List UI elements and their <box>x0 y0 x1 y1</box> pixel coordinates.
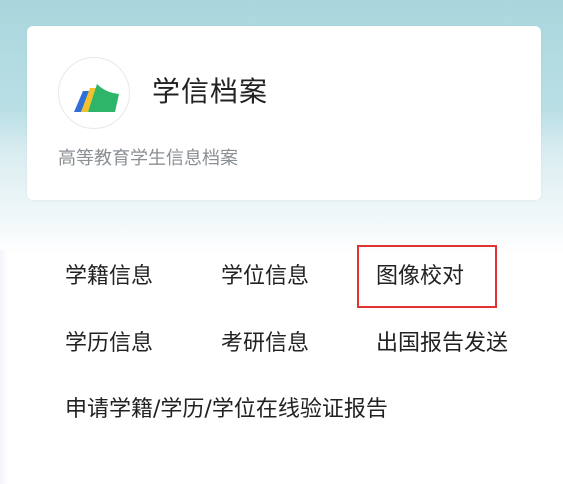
card-subtitle: 高等教育学生信息档案 <box>58 148 238 169</box>
menu-item-degree-info[interactable]: 学位信息 <box>221 262 309 292</box>
menu-item-education-record[interactable]: 学历信息 <box>65 329 153 359</box>
menu-item-student-status[interactable]: 学籍信息 <box>65 262 153 292</box>
left-edge-shade <box>0 250 8 484</box>
highlight-box <box>357 245 497 308</box>
menu-item-overseas-report[interactable]: 出国报告发送 <box>376 329 508 359</box>
menu-item-postgraduate-exam[interactable]: 考研信息 <box>221 329 309 359</box>
card-title: 学信档案 <box>152 75 269 108</box>
profile-card[interactable]: 学信档案 高等教育学生信息档案 <box>27 26 541 200</box>
menu-item-online-verification-report[interactable]: 申请学籍/学历/学位在线验证报告 <box>65 395 388 425</box>
chsi-logo-icon <box>58 57 130 129</box>
